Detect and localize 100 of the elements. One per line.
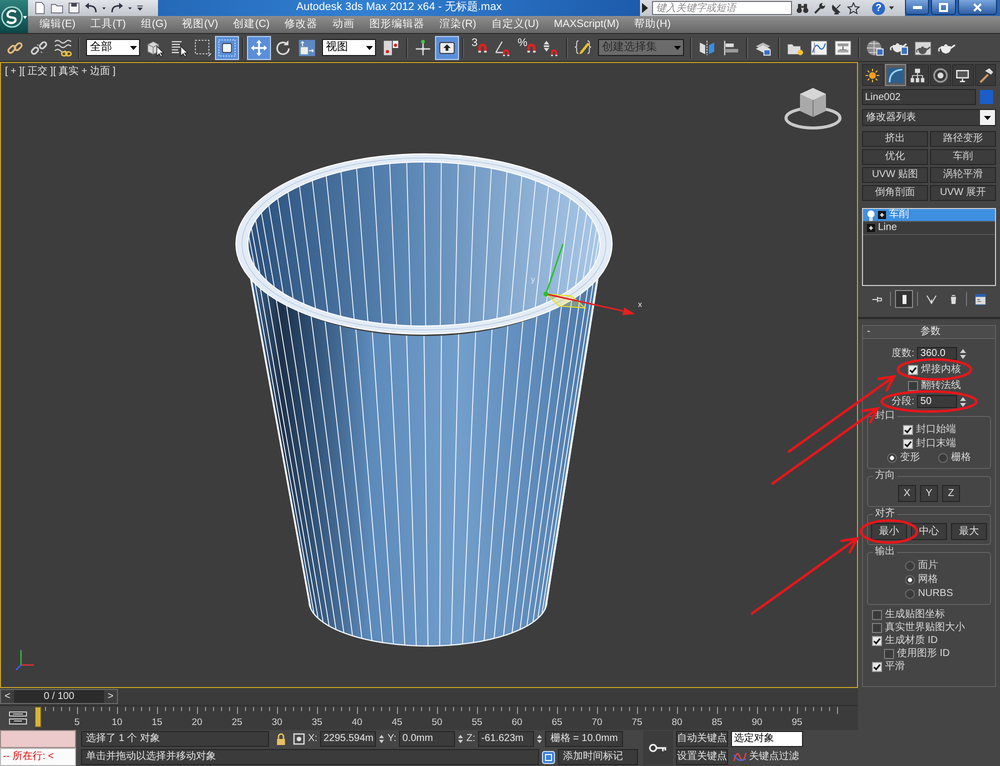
viewport-label[interactable]: [ 真实 + 边面 ] xyxy=(53,66,116,78)
display-tab[interactable] xyxy=(952,64,974,86)
create-tab[interactable] xyxy=(862,64,884,86)
undo-button[interactable] xyxy=(84,1,98,15)
tools-button[interactable] xyxy=(813,2,826,14)
menu-item[interactable]: 编辑(E) xyxy=(32,18,83,31)
checkbox[interactable] xyxy=(872,622,882,632)
key-filters-button[interactable]: 关键点过滤 xyxy=(731,749,801,765)
snaps-toggle-button[interactable]: 3 xyxy=(467,36,491,60)
application-menu-button[interactable] xyxy=(0,0,28,33)
motion-tab[interactable] xyxy=(930,64,951,86)
modifier-button[interactable]: 涡轮平滑 xyxy=(930,167,996,183)
object-name-field[interactable]: Line002 xyxy=(862,89,976,105)
maximize-button[interactable] xyxy=(931,0,956,15)
menu-item[interactable]: 组(G) xyxy=(133,18,175,31)
modify-tab[interactable] xyxy=(884,64,906,86)
checkbox[interactable] xyxy=(908,380,918,390)
menu-item[interactable]: 修改器 xyxy=(277,18,326,31)
number-field[interactable]: 360.0 xyxy=(917,347,958,360)
spinner-arrows-icon[interactable] xyxy=(458,733,464,745)
previous-frame-button[interactable]: < xyxy=(1,690,14,703)
coordinate-field[interactable]: 0.0mm xyxy=(399,731,456,747)
checkbox[interactable] xyxy=(903,439,913,449)
spinner-arrows-icon[interactable] xyxy=(960,348,966,360)
shortcut-override-button[interactable] xyxy=(435,36,459,60)
checkbox[interactable] xyxy=(908,364,918,374)
modifier-button[interactable]: 优化 xyxy=(862,149,928,165)
dropdown[interactable]: 全部 xyxy=(86,39,140,56)
hierarchy-tab[interactable] xyxy=(907,64,928,86)
modifier-button[interactable]: 挤出 xyxy=(862,131,928,147)
search-button[interactable] xyxy=(796,2,809,14)
set-key-mode-button[interactable] xyxy=(643,731,673,765)
search-field[interactable]: 键入关键字或短语 xyxy=(652,1,792,15)
save-file-button[interactable] xyxy=(67,1,81,15)
collapse-toggle[interactable]: - xyxy=(867,326,870,338)
time-tag-button[interactable] xyxy=(542,750,555,764)
radio-button[interactable] xyxy=(887,453,897,463)
radio-button[interactable] xyxy=(905,575,915,585)
communication-button[interactable] xyxy=(830,2,843,14)
dropdown[interactable]: 视图 xyxy=(322,39,376,56)
help-menu-button[interactable] xyxy=(889,6,894,10)
menu-item[interactable]: 动画 xyxy=(325,18,362,31)
selection-lock-button[interactable] xyxy=(276,733,286,745)
option-button[interactable]: X xyxy=(898,485,916,502)
track-bar[interactable]: 5 10 15 20 25 30 35 40 45 50 55 60 65 70 75 80 85 90 95 xyxy=(35,706,858,730)
mini-curve-editor-button[interactable] xyxy=(8,711,26,725)
move-button[interactable] xyxy=(247,36,271,60)
option-button[interactable]: 最小 xyxy=(871,523,907,540)
modifier-button[interactable]: 路径变形 xyxy=(930,131,996,147)
menu-item[interactable]: 渲染(R) xyxy=(432,18,484,31)
modifier-list-dropdown[interactable]: 修改器列表 xyxy=(862,109,996,126)
checkbox[interactable] xyxy=(903,425,913,435)
minimize-button[interactable] xyxy=(905,0,930,15)
show-end-result-button[interactable] xyxy=(895,290,913,308)
modifier-button[interactable]: UVW 贴图 xyxy=(862,167,928,183)
number-field[interactable]: 50 xyxy=(917,395,958,408)
expand-box-icon[interactable] xyxy=(867,224,875,232)
radio-button[interactable] xyxy=(905,589,915,599)
time-slider-thumb[interactable]: < 0 / 100 > xyxy=(0,689,118,704)
coordinate-field[interactable]: 2295.594m xyxy=(320,731,376,747)
move-gizmo[interactable] xyxy=(544,244,635,316)
option-button[interactable]: 中心 xyxy=(911,523,947,540)
checkbox[interactable] xyxy=(884,648,894,658)
percent-snap-button[interactable]: % xyxy=(515,36,539,60)
modifier-button[interactable]: UVW 展开 xyxy=(930,185,996,201)
menu-item[interactable]: 帮助(H) xyxy=(626,18,678,31)
close-button[interactable] xyxy=(958,0,997,15)
auto-key-button[interactable]: 自动关键点 xyxy=(676,731,728,747)
next-frame-button[interactable]: > xyxy=(104,690,117,703)
spinner-arrows-icon[interactable] xyxy=(379,733,384,745)
menu-item[interactable]: 图形编辑器 xyxy=(362,18,432,31)
redo-button[interactable] xyxy=(110,1,124,15)
expand-box-icon[interactable] xyxy=(878,211,886,219)
checkbox[interactable] xyxy=(872,636,882,646)
color-swatch-icon[interactable] xyxy=(980,90,993,104)
menu-item[interactable]: 自定义(U) xyxy=(484,18,546,31)
utilities-tab[interactable] xyxy=(974,64,996,86)
rollout-header[interactable]: - 参数 xyxy=(862,325,996,339)
key-mode-dropdown[interactable]: 选定对象 xyxy=(731,731,803,747)
search-expand-button[interactable] xyxy=(642,3,648,13)
time-tag-field[interactable]: 添加时间标记 xyxy=(558,749,638,765)
view-cube[interactable] xyxy=(784,88,842,130)
option-button[interactable]: Y xyxy=(920,485,938,502)
set-key-button[interactable]: 设置关键点 xyxy=(676,749,728,765)
time-slider-track[interactable]: < 0 / 100 > xyxy=(0,688,858,706)
menu-item[interactable]: 工具(T) xyxy=(83,18,134,31)
option-button[interactable]: 最大 xyxy=(951,523,987,540)
checkbox[interactable] xyxy=(872,662,882,672)
viewport-label[interactable]: [ + ] xyxy=(5,66,22,78)
menu-item[interactable]: MAXScript(M) xyxy=(546,18,627,31)
checkbox[interactable] xyxy=(872,610,882,620)
stack-item[interactable]: Line xyxy=(863,222,995,235)
coordinate-field[interactable]: -61.623m xyxy=(478,731,534,747)
new-file-button[interactable] xyxy=(33,1,47,15)
spinner-arrows-icon[interactable] xyxy=(537,733,542,745)
modifier-button[interactable]: 车削 xyxy=(930,149,996,165)
window-crossing-button[interactable] xyxy=(215,36,239,60)
open-file-button[interactable] xyxy=(50,1,64,15)
viewport-label[interactable]: [ 正交 ] xyxy=(22,66,54,78)
option-button[interactable]: Z xyxy=(942,485,960,502)
